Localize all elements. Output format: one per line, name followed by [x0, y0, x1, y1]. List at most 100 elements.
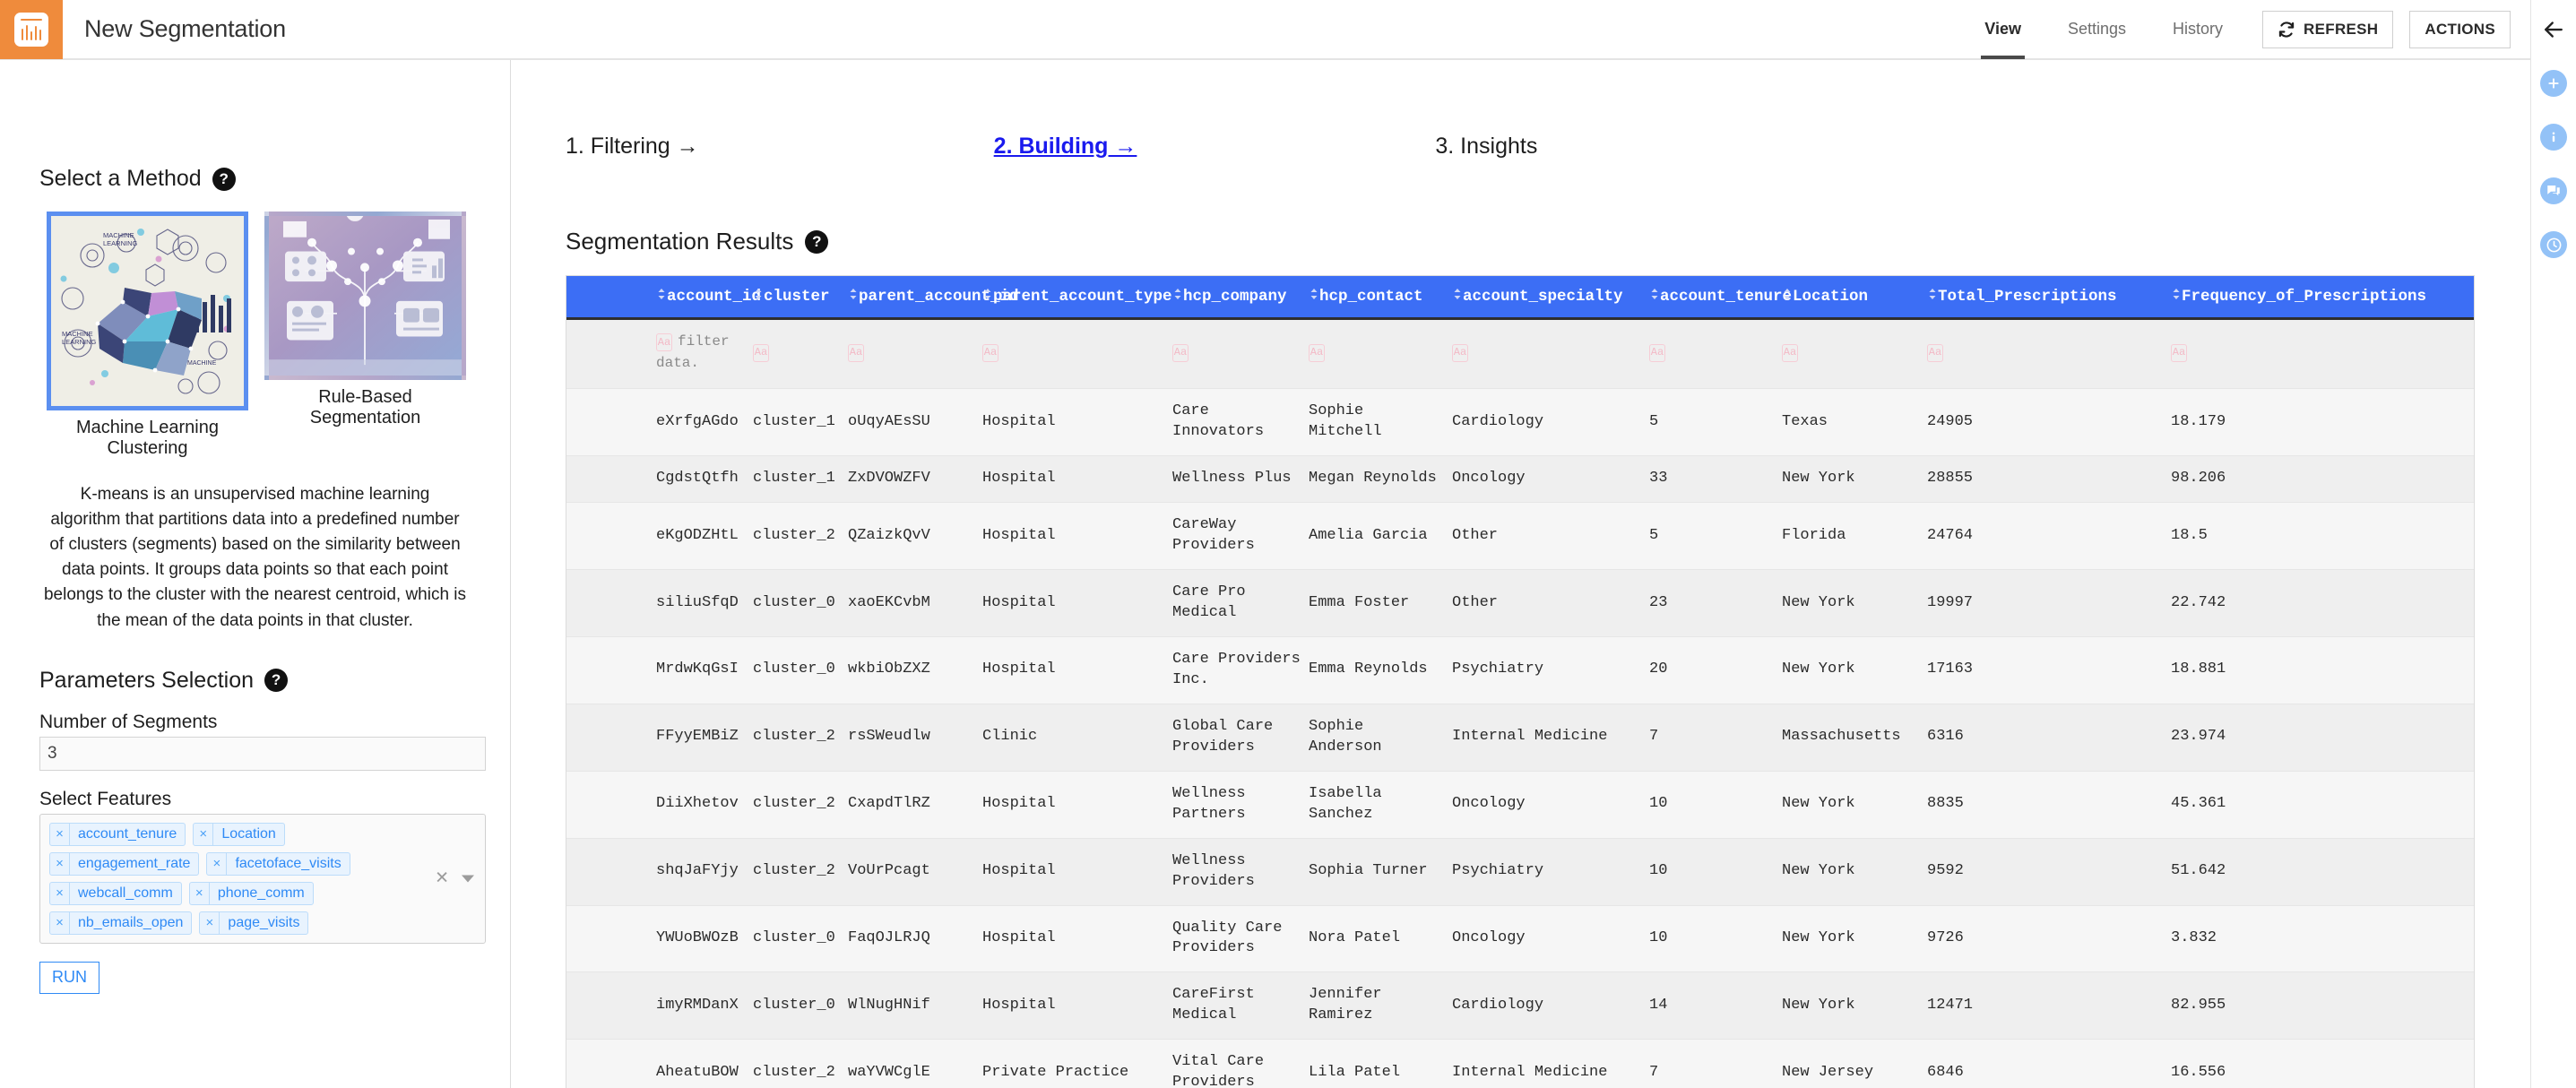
column-header-hcp_contact[interactable]: hcp_contact [1309, 276, 1452, 320]
text-filter-icon[interactable]: Aa [848, 343, 864, 362]
arrow-left-icon[interactable] [2540, 16, 2567, 43]
column-header-account_tenure[interactable]: account_tenure [1649, 276, 1792, 320]
table-row[interactable]: siliuSfqD cluster_0 xaoEKCvbM Hospital Care … [566, 569, 2474, 637]
column-header-account_id[interactable]: account_id [656, 276, 761, 320]
remove-feature-icon[interactable]: × [50, 823, 70, 845]
feature-token[interactable]: × account_tenure [49, 822, 186, 846]
add-button[interactable] [2540, 70, 2567, 97]
filter-cell-account_tenure[interactable]: Aa [1649, 318, 1782, 390]
tab-settings[interactable]: Settings [2044, 0, 2149, 59]
table-row[interactable]: AheatuBOW cluster_2 waYVWCglE Private Pract… [566, 1039, 2474, 1088]
sort-updown-icon[interactable] [1172, 288, 1183, 306]
filter-cell-total_prescriptions[interactable]: Aa [1927, 318, 2171, 390]
step-filtering[interactable]: 1. Filtering → [566, 134, 699, 160]
remove-feature-icon[interactable]: × [207, 852, 228, 875]
filter-cell-location[interactable]: Aa [1782, 318, 1927, 390]
text-filter-icon[interactable]: Aa [982, 343, 998, 362]
column-header-location[interactable]: Location [1782, 276, 1927, 320]
column-header-cluster[interactable]: cluster [753, 276, 848, 320]
table-row[interactable]: YWUoBWOzB cluster_0 FaqOJLRJQ Hospital Quali… [566, 905, 2474, 973]
filter-cell-cluster[interactable]: Aa [753, 318, 848, 390]
text-filter-icon[interactable]: Aa [656, 332, 672, 351]
chevron-down-icon[interactable] [462, 875, 474, 883]
feature-token[interactable]: × Location [193, 822, 285, 846]
column-header-parent_account_type[interactable]: parent_account_type [982, 276, 1172, 320]
text-filter-icon[interactable]: Aa [753, 343, 769, 362]
sort-updown-icon[interactable] [1782, 288, 1793, 306]
table-row[interactable]: MrdwKqGsI cluster_0 wkbiObZXZ Hospital Care … [566, 636, 2474, 704]
feature-token[interactable]: × facetoface_visits [206, 851, 350, 876]
method-card-rule-based-segmentation[interactable]: Rule-Based Segmentation [264, 212, 466, 459]
close-icon[interactable]: ✕ [435, 868, 449, 889]
feature-token[interactable]: × nb_emails_open [49, 911, 193, 935]
filter-cell-frequency_of_prescriptions[interactable]: Aa [2171, 318, 2474, 390]
column-header-total_prescriptions[interactable]: Total_Prescriptions [1927, 276, 2171, 320]
number-of-segments-input[interactable] [39, 736, 486, 771]
remove-feature-icon[interactable]: × [50, 911, 70, 934]
text-filter-icon[interactable]: Aa [1927, 343, 1943, 362]
question-mark-icon[interactable]: ? [805, 229, 829, 254]
actions-button[interactable]: ACTIONS [2409, 10, 2511, 48]
sort-updown-icon[interactable] [753, 288, 764, 306]
text-filter-icon[interactable]: Aa [1452, 343, 1468, 362]
tab-view[interactable]: View [1961, 0, 2044, 59]
table-row[interactable]: shqJaFYjy cluster_2 VoUrPcagt Hospital Welln… [566, 838, 2474, 906]
text-filter-icon[interactable]: Aa [2171, 343, 2187, 362]
table-row[interactable]: eXrfgAGdo cluster_1 oUqyAEsSU Hospital Care … [566, 388, 2474, 457]
select-features-input[interactable]: × account_tenure × Location × engagement_rate… [39, 813, 486, 944]
remove-feature-icon[interactable]: × [194, 823, 214, 845]
refresh-button[interactable]: REFRESH [2262, 10, 2394, 48]
svg-text:MACHINE: MACHINE [187, 360, 217, 367]
remove-feature-icon[interactable]: × [200, 911, 220, 934]
table-row[interactable]: eKgODZHtL cluster_2 QZaizkQvV Hospital CareW… [566, 502, 2474, 571]
text-filter-icon[interactable]: Aa [1172, 343, 1189, 362]
table-row[interactable]: imyRMDanX cluster_0 WlNugHNif Hospital CareF… [566, 971, 2474, 1041]
sort-updown-icon[interactable] [848, 288, 859, 306]
filter-cell-hcp_contact[interactable]: Aa [1309, 318, 1452, 390]
app-logo[interactable] [0, 0, 63, 59]
sort-updown-icon[interactable] [656, 288, 667, 306]
chat-button[interactable] [2540, 177, 2567, 204]
column-header-account_specialty[interactable]: account_specialty [1452, 276, 1649, 320]
sort-updown-icon[interactable] [982, 288, 993, 306]
question-mark-icon[interactable]: ? [264, 669, 289, 693]
step-building[interactable]: 2. Building → [994, 134, 1137, 160]
column-header-frequency_of_prescriptions[interactable]: Frequency_of_Prescriptions [2171, 276, 2474, 320]
text-filter-icon[interactable]: Aa [1782, 343, 1798, 362]
filter-cell-hcp_company[interactable]: Aa [1172, 318, 1309, 390]
info-button[interactable] [2540, 124, 2567, 151]
text-filter-icon[interactable]: Aa [1649, 343, 1665, 362]
cell-location: Texas [1782, 388, 1927, 457]
sort-updown-icon[interactable] [1309, 288, 1319, 306]
feature-token[interactable]: × webcall_comm [49, 881, 182, 905]
run-button[interactable]: RUN [39, 961, 99, 994]
table-row[interactable]: DiiXhetov cluster_2 CxapdTlRZ Hospital Welln… [566, 771, 2474, 839]
step-insights[interactable]: 3. Insights [1435, 134, 1537, 160]
column-header-hcp_company[interactable]: hcp_company [1172, 276, 1309, 320]
feature-token[interactable]: × phone_comm [188, 881, 314, 905]
column-header-parent_account_id[interactable]: parent_account_id [848, 276, 1019, 320]
filter-cell-parent_account_type[interactable]: Aa [982, 318, 1172, 390]
table-row[interactable]: FFyyEMBiZ cluster_2 rsSWeudlw Clinic Global … [566, 704, 2474, 772]
cell-parent_account_id: ZxDVOWZFV [848, 455, 982, 504]
sort-updown-icon[interactable] [2171, 288, 2182, 306]
row-spacer [566, 569, 656, 637]
question-mark-icon[interactable]: ? [212, 167, 236, 191]
sort-updown-icon[interactable] [1927, 288, 1938, 306]
remove-feature-icon[interactable]: × [50, 852, 70, 875]
sort-updown-icon[interactable] [1649, 288, 1660, 306]
sort-updown-icon[interactable] [1452, 288, 1463, 306]
method-card-machine-learning-clustering[interactable]: MACHINE LEARNING MACHINE LEARNING MACHIN… [47, 212, 248, 459]
feature-token[interactable]: × page_visits [199, 911, 309, 935]
filter-cell-account_specialty[interactable]: Aa [1452, 318, 1649, 390]
remove-feature-icon[interactable]: × [50, 882, 70, 904]
history-clock-button[interactable] [2540, 231, 2567, 258]
filter-cell-account_id[interactable]: Aa filter data. [656, 318, 753, 390]
filter-cell-parent_account_id[interactable]: Aa [848, 318, 982, 390]
remove-feature-icon[interactable]: × [190, 882, 210, 904]
cell-parent_account_type: Hospital [982, 971, 1172, 1041]
text-filter-icon[interactable]: Aa [1309, 343, 1325, 362]
table-row[interactable]: CgdstQtfh cluster_1 ZxDVOWZFV Hospital Welln… [566, 455, 2474, 504]
feature-token[interactable]: × engagement_rate [49, 851, 200, 876]
tab-history[interactable]: History [2149, 0, 2246, 59]
